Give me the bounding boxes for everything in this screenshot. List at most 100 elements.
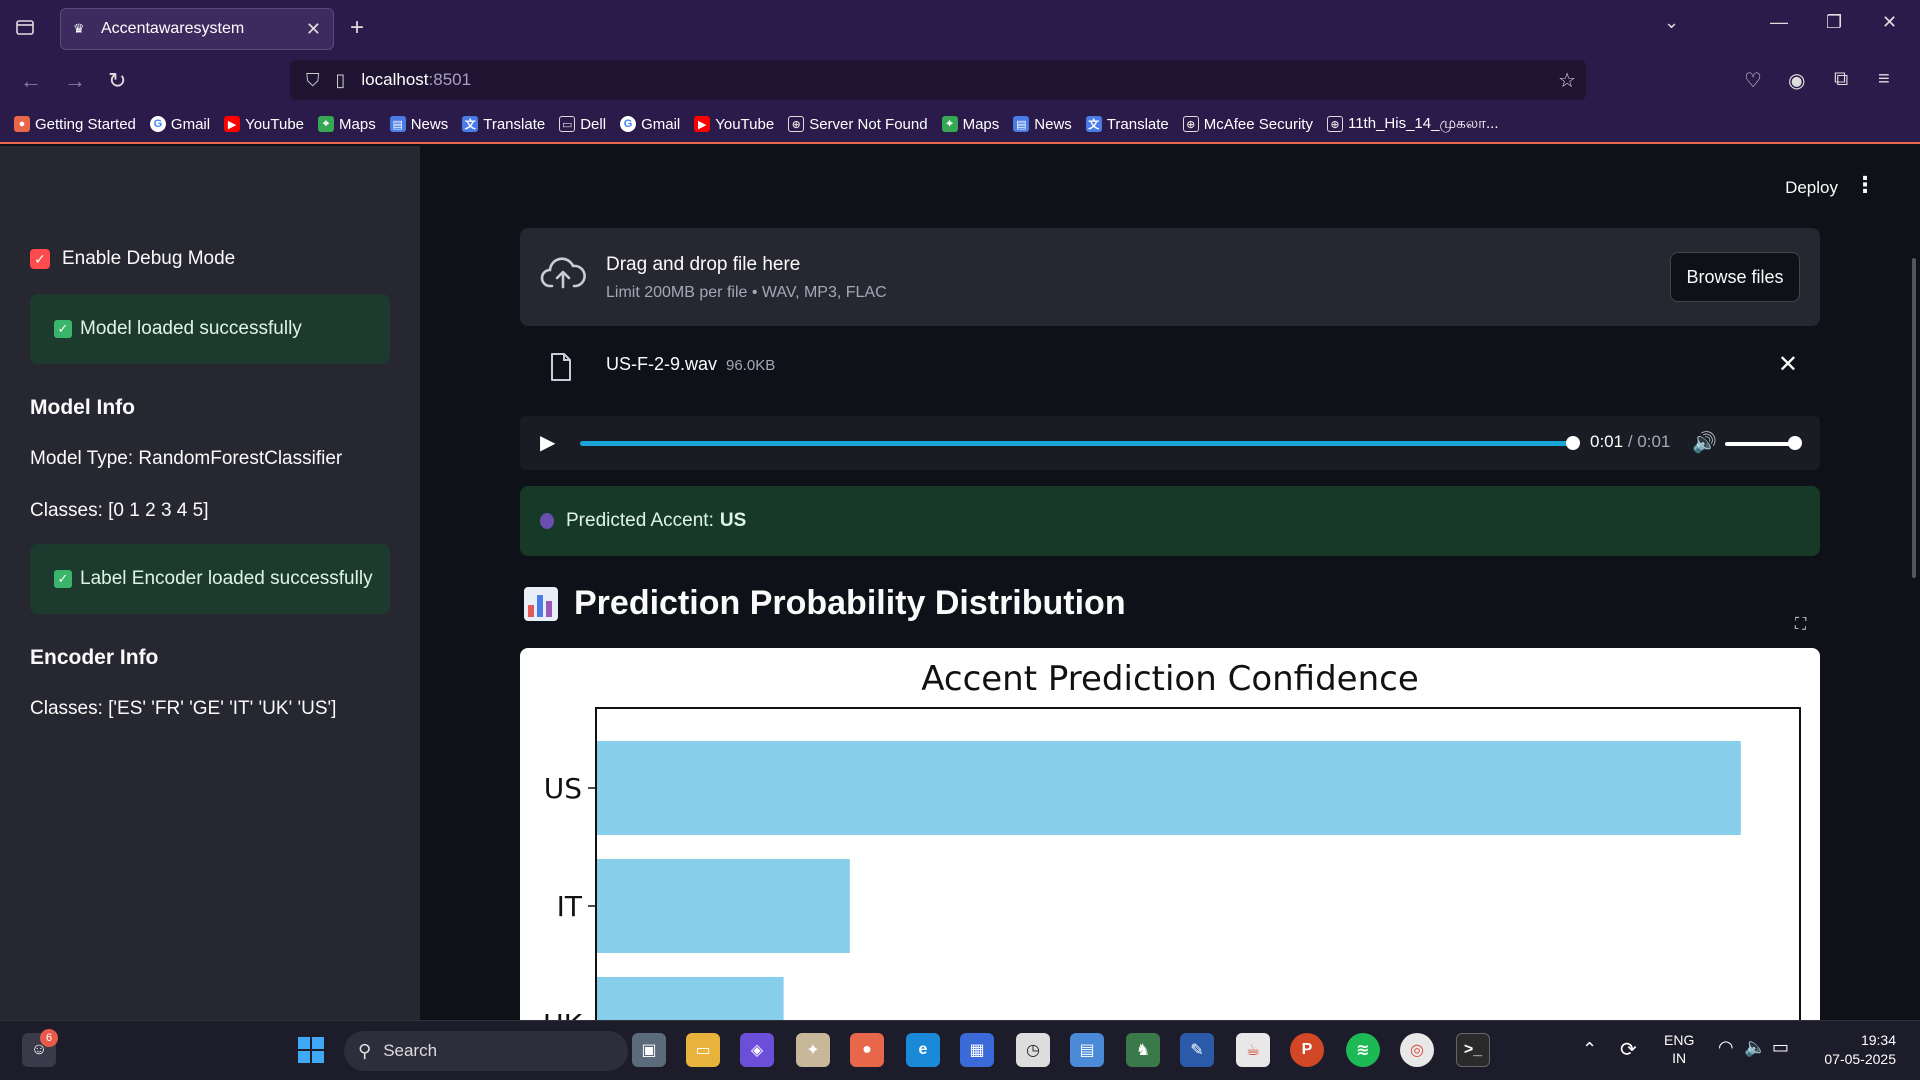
firefox-icon[interactable]: ● bbox=[850, 1033, 884, 1067]
file-explorer-icon[interactable]: ▭ bbox=[686, 1033, 720, 1067]
maps-icon: ⌖ bbox=[318, 116, 335, 132]
section-title: Prediction Probability Distribution bbox=[524, 584, 1126, 623]
prediction-alert: Predicted Accent: US bbox=[520, 486, 1820, 556]
dropzone-limit: Limit 200MB per file • WAV, MP3, FLAC bbox=[606, 284, 887, 301]
bookmark-label: Maps bbox=[339, 115, 376, 133]
audio-time-separator: / bbox=[1623, 432, 1638, 451]
bookmark-12[interactable]: 文 Translate bbox=[1085, 115, 1169, 133]
new-tab-icon[interactable]: + bbox=[350, 14, 364, 42]
extensions-icon[interactable]: ⧉ bbox=[1834, 68, 1848, 91]
bookmark-0[interactable]: ● Getting Started bbox=[14, 116, 136, 133]
taskbar-search[interactable]: ⚲ Search bbox=[344, 1031, 628, 1071]
copilot-icon[interactable]: ◈ bbox=[740, 1033, 774, 1067]
fullscreen-icon[interactable]: ⛶ bbox=[1795, 616, 1806, 634]
audio-progress-track[interactable] bbox=[580, 441, 1570, 446]
bookmark-9[interactable]: ⊕ Server Not Found bbox=[788, 116, 928, 133]
browse-files-button[interactable]: Browse files bbox=[1670, 252, 1800, 302]
translate-icon: 文 bbox=[1085, 116, 1102, 132]
feather-app-icon[interactable]: ✎ bbox=[1180, 1033, 1214, 1067]
audio-duration: 0:01 bbox=[1637, 432, 1671, 451]
audio-current-time: 0:01 bbox=[1590, 432, 1624, 451]
bookmark-4[interactable]: ▤ News bbox=[389, 116, 448, 133]
url-bar[interactable]: ⛉ ▯ localhost:8501 ☆ bbox=[290, 60, 1586, 100]
bookmark-10[interactable]: ⌖ Maps bbox=[941, 116, 999, 133]
tab-close-icon[interactable]: ✕ bbox=[306, 19, 321, 40]
main-menu-icon[interactable]: ⋮ bbox=[1854, 172, 1876, 198]
terminal-icon[interactable]: >_ bbox=[1456, 1033, 1490, 1067]
bookmark-label: Translate bbox=[1106, 115, 1169, 133]
language-top: ENG bbox=[1664, 1032, 1695, 1048]
volume-slider[interactable] bbox=[1725, 442, 1795, 446]
shield-icon[interactable]: ⛉ bbox=[306, 70, 320, 91]
bookmark-5[interactable]: 文 Translate bbox=[462, 116, 545, 133]
bookmark-14[interactable]: ⊕ 11th_His_14_முகலா... bbox=[1326, 115, 1498, 134]
remove-file-icon[interactable]: ✕ bbox=[1778, 350, 1798, 379]
bookmark-1[interactable]: G Gmail bbox=[149, 116, 210, 133]
audio-progress-handle[interactable] bbox=[1566, 436, 1580, 450]
bookmark-label: Translate bbox=[483, 115, 546, 133]
bookmark-2[interactable]: ▶ YouTube bbox=[224, 116, 304, 133]
deploy-button[interactable]: Deploy bbox=[1785, 178, 1838, 198]
spotify-icon[interactable]: ≋ bbox=[1346, 1033, 1380, 1067]
bookmark-13[interactable]: ⊕ McAfee Security bbox=[1182, 116, 1313, 133]
bar-it bbox=[597, 859, 850, 953]
minimize-icon[interactable]: — bbox=[1770, 12, 1788, 33]
bookmark-11[interactable]: ▤ News bbox=[1013, 116, 1072, 133]
java-icon[interactable]: ☕ bbox=[1236, 1033, 1270, 1067]
speaker-icon[interactable]: 🔈 bbox=[1744, 1037, 1766, 1058]
uploaded-file-row: US-F-2-9.wav 96.0KB ✕ bbox=[520, 336, 1820, 396]
file-dropzone[interactable]: Drag and drop file here Limit 200MB per … bbox=[520, 228, 1820, 326]
bookmark-8[interactable]: ▶ YouTube bbox=[694, 116, 774, 133]
python-app-icon[interactable]: ♞ bbox=[1126, 1033, 1160, 1067]
url-host: localhost bbox=[361, 70, 429, 89]
app-icon[interactable]: ✦ bbox=[796, 1033, 830, 1067]
pocket-icon[interactable]: ♡ bbox=[1744, 68, 1762, 93]
bookmark-3[interactable]: ⌖ Maps bbox=[318, 116, 376, 133]
browser-tab-active[interactable]: ♛ Accentawaresystem ✕ bbox=[60, 8, 334, 50]
volume-handle[interactable] bbox=[1788, 436, 1802, 450]
restore-icon[interactable]: ❐ bbox=[1826, 12, 1842, 33]
bookmark-star-icon[interactable]: ☆ bbox=[1558, 68, 1576, 93]
document-app-icon[interactable]: ▤ bbox=[1070, 1033, 1104, 1067]
firefox-icon: ● bbox=[14, 116, 30, 132]
debug-mode-checkbox[interactable]: ✓ Enable Debug Mode bbox=[30, 248, 235, 270]
model-type-text: Model Type: RandomForestClassifier bbox=[30, 448, 343, 469]
edge-icon[interactable]: e bbox=[906, 1033, 940, 1067]
volume-icon[interactable]: 🔊 bbox=[1692, 430, 1717, 455]
bookmark-6[interactable]: ▭ Dell bbox=[559, 116, 606, 133]
list-all-tabs-icon[interactable]: ⌄ bbox=[1664, 12, 1679, 33]
windows-start-icon[interactable] bbox=[294, 1033, 328, 1067]
wifi-icon[interactable]: ◠ bbox=[1718, 1037, 1734, 1058]
bookmarks-bar: ● Getting Started G Gmail ▶ YouTube ⌖ Maps ▤ News… bbox=[0, 106, 1920, 144]
streamlit-app: ✓ Enable Debug Mode ✓ Model loaded succe… bbox=[0, 146, 1920, 1020]
tab-list-icon[interactable] bbox=[12, 14, 38, 40]
file-icon bbox=[551, 353, 571, 381]
debug-mode-label: Enable Debug Mode bbox=[62, 248, 236, 269]
powerpoint-icon[interactable]: P bbox=[1290, 1033, 1324, 1067]
clock-date: 07-05-2025 bbox=[1824, 1051, 1896, 1067]
audio-player: ▶ 0:01 / 0:01 🔊 bbox=[520, 416, 1820, 470]
folder-icon: ▭ bbox=[559, 116, 576, 132]
clock[interactable]: 19:34 07-05-2025 bbox=[1812, 1031, 1896, 1069]
bookmark-7[interactable]: G Gmail bbox=[620, 116, 680, 133]
forward-icon[interactable]: → bbox=[64, 68, 86, 94]
store-icon[interactable]: ▦ bbox=[960, 1033, 994, 1067]
youtube-icon: ▶ bbox=[224, 116, 241, 132]
checkbox-checked-icon[interactable]: ✓ bbox=[30, 249, 50, 269]
account-icon[interactable]: ◉ bbox=[1788, 68, 1805, 93]
sync-icon[interactable]: ⟳ bbox=[1620, 1037, 1637, 1062]
clock-app-icon[interactable]: ◷ bbox=[1016, 1033, 1050, 1067]
reload-icon[interactable]: ↻ bbox=[108, 68, 126, 94]
browser-titlebar: ♛ Accentawaresystem ✕ + ⌄ — ❐ ✕ bbox=[0, 0, 1920, 56]
scrollbar[interactable] bbox=[1912, 258, 1916, 578]
back-icon[interactable]: ← bbox=[20, 68, 42, 94]
tray-chevron-icon[interactable]: ⌃ bbox=[1582, 1039, 1597, 1060]
play-icon[interactable]: ▶ bbox=[540, 430, 555, 455]
language-indicator[interactable]: ENG IN bbox=[1664, 1031, 1694, 1067]
browser-navbar: ← → ↻ ⛉ ▯ localhost:8501 ☆ ♡ ◉ ⧉ ≡ bbox=[0, 56, 1920, 106]
task-view-icon[interactable]: ▣ bbox=[632, 1033, 666, 1067]
chrome-icon[interactable]: ◎ bbox=[1400, 1033, 1434, 1067]
battery-icon[interactable]: ▭ bbox=[1772, 1037, 1789, 1058]
close-window-icon[interactable]: ✕ bbox=[1882, 12, 1897, 33]
menu-icon[interactable]: ≡ bbox=[1878, 68, 1890, 91]
